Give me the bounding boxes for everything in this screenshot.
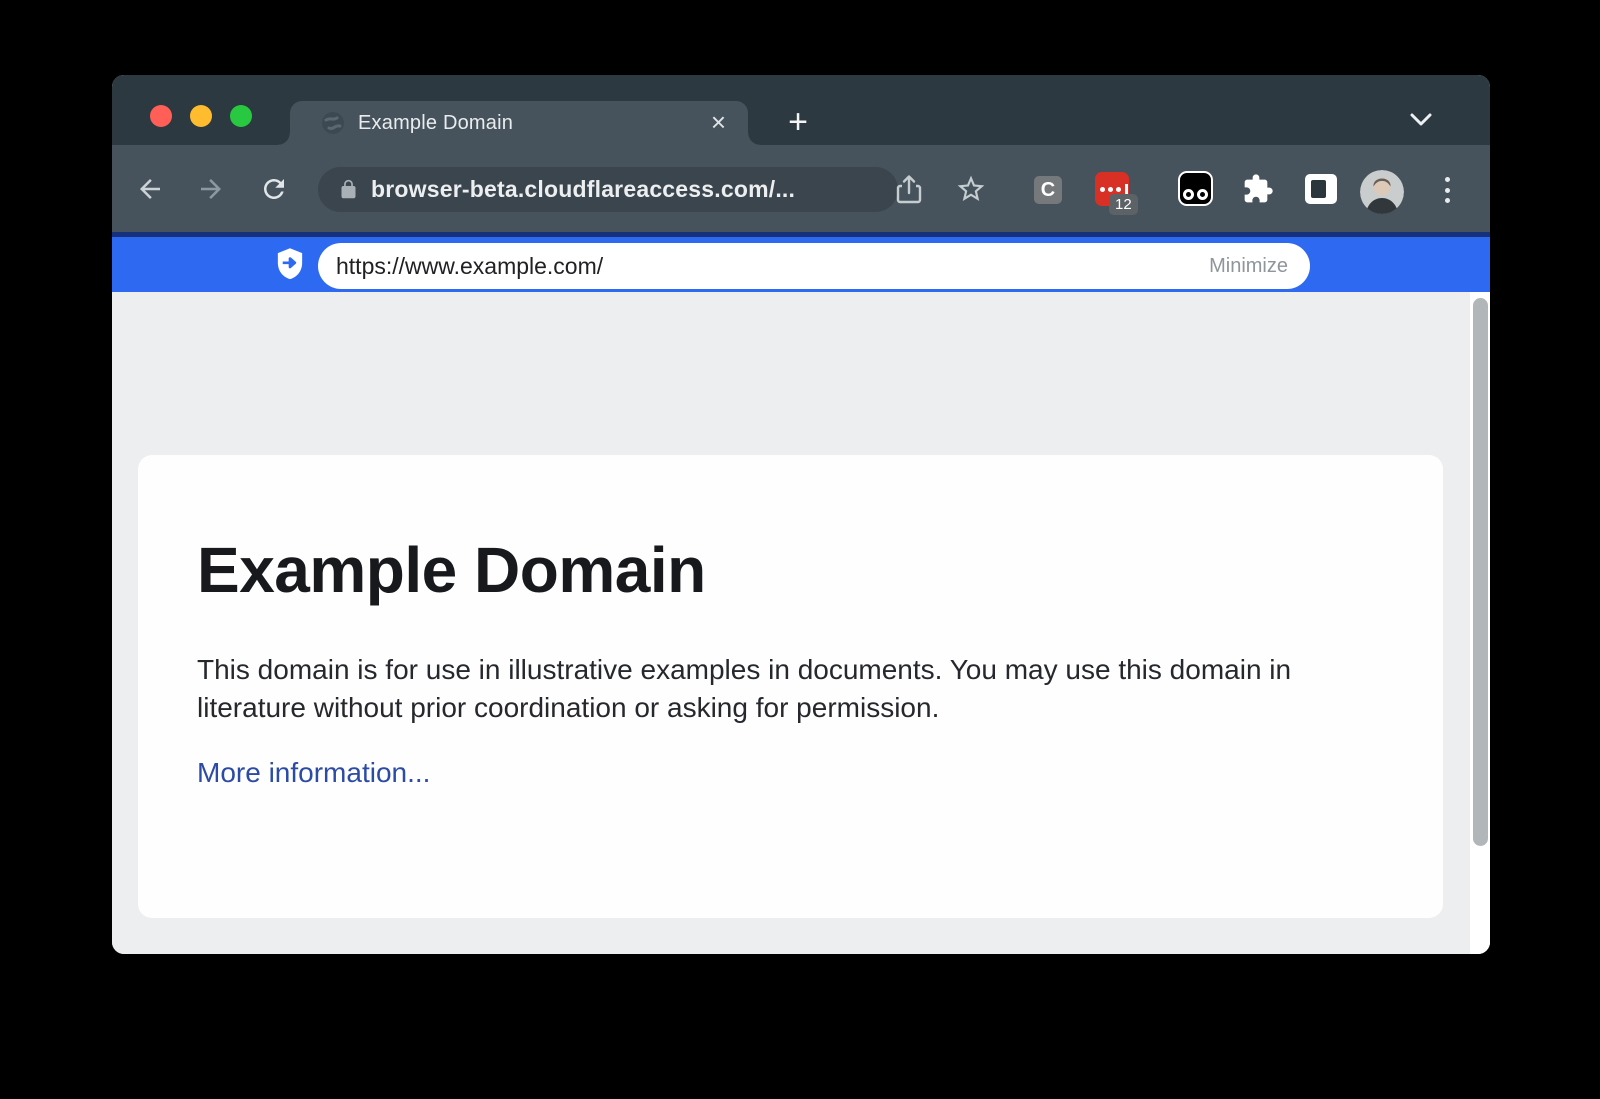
profile-avatar[interactable] [1360, 170, 1404, 214]
page-heading: Example Domain [197, 533, 706, 607]
lock-icon[interactable] [338, 179, 359, 200]
screen-background: Example Domain × + browser [0, 0, 1600, 1099]
minimize-bar-button[interactable]: Minimize [1209, 255, 1288, 278]
extensions-menu-button[interactable] [1242, 173, 1274, 210]
tab-title: Example Domain [358, 101, 513, 145]
ring-icon [1183, 189, 1194, 200]
avatar-photo [1360, 170, 1404, 214]
remote-browser-bar: Minimize [112, 232, 1490, 292]
puzzle-icon [1242, 173, 1274, 205]
kebab-menu-icon [1445, 177, 1450, 182]
omnibox[interactable]: browser-beta.cloudflareaccess.com/... [318, 167, 898, 212]
tab-close-icon[interactable]: × [711, 101, 726, 145]
more-information-link[interactable]: More information... [197, 757, 430, 789]
remote-url-input[interactable] [334, 252, 1209, 281]
ring-icon [1197, 189, 1208, 200]
extension-password-button[interactable]: 12 [1095, 172, 1129, 206]
fullscreen-window-button[interactable] [230, 105, 252, 127]
navigation-toolbar: browser-beta.cloudflareaccess.com/... C … [112, 145, 1490, 232]
side-panel-button[interactable] [1305, 174, 1337, 204]
back-button[interactable] [134, 173, 166, 205]
bookmark-button[interactable] [955, 173, 987, 205]
minimize-window-button[interactable] [190, 105, 212, 127]
share-icon [896, 174, 922, 204]
extension-glasses-button[interactable] [1178, 171, 1213, 206]
extension-c-button[interactable]: C [1034, 176, 1062, 204]
reload-icon [259, 174, 289, 204]
back-arrow-icon [135, 174, 165, 204]
tab-example-domain[interactable]: Example Domain × [290, 101, 748, 145]
globe-favicon-icon [322, 112, 344, 134]
browser-window: Example Domain × + browser [112, 75, 1490, 954]
tab-strip: Example Domain × + [112, 75, 1490, 145]
browser-menu-button[interactable] [1442, 174, 1452, 206]
remote-url-pill: Minimize [318, 243, 1310, 289]
new-tab-button[interactable]: + [775, 100, 821, 146]
scrollbar-thumb[interactable] [1473, 298, 1488, 846]
content-card: Example Domain This domain is for use in… [138, 455, 1443, 918]
star-icon [955, 173, 987, 205]
share-button[interactable] [893, 173, 925, 205]
forward-button[interactable] [195, 173, 227, 205]
page-viewport: Example Domain This domain is for use in… [112, 292, 1490, 954]
omnibox-url-text: browser-beta.cloudflareaccess.com/... [371, 176, 795, 203]
window-controls [150, 105, 252, 127]
extension-badge: 12 [1109, 194, 1138, 215]
scrollbar-track[interactable] [1470, 292, 1490, 954]
close-window-button[interactable] [150, 105, 172, 127]
reload-button[interactable] [258, 173, 290, 205]
tab-curve-right [748, 133, 760, 145]
page-paragraph: This domain is for use in illustrative e… [197, 651, 1357, 727]
tab-curve-left [278, 133, 290, 145]
forward-arrow-icon [196, 174, 226, 204]
shield-arrow-icon [275, 247, 305, 281]
side-panel-icon [1311, 180, 1326, 198]
chevron-down-icon[interactable] [1408, 111, 1434, 129]
